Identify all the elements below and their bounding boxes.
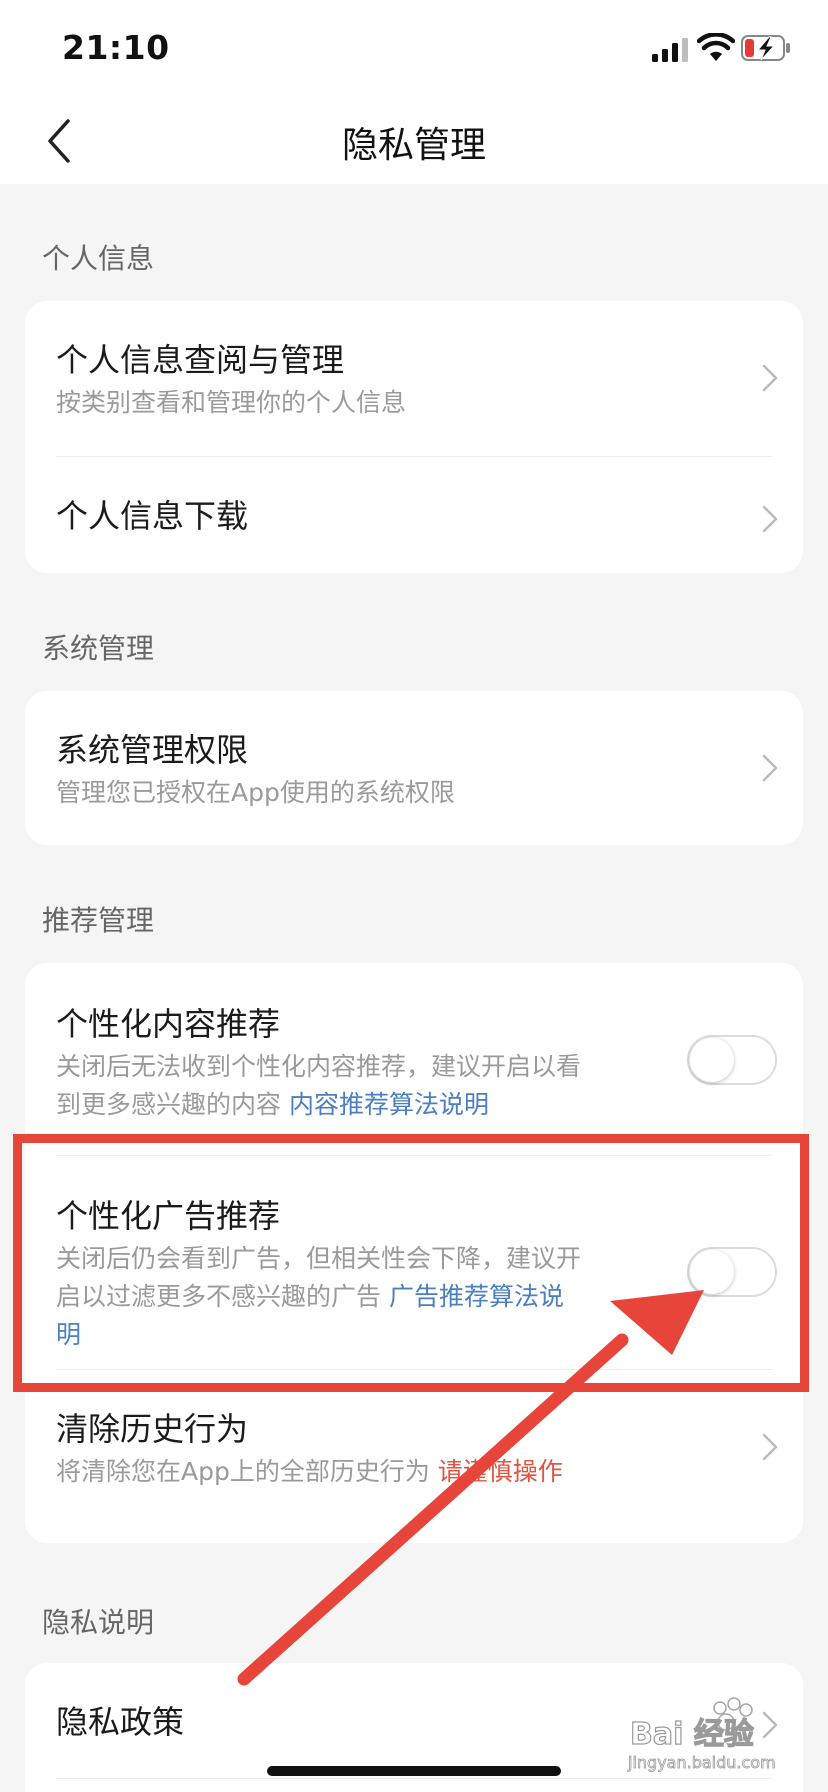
row-subtitle: 管理您已授权在App使用的系统权限 xyxy=(56,778,455,807)
row-subtitle: 关闭后仍会看到广告，但相关性会下降，建议开 启以过滤更多不感兴趣的广告 广告推荐… xyxy=(56,1240,646,1354)
row-subtitle: 关闭后无法收到个性化内容推荐，建议开启以看 到更多感兴趣的内容 内容推荐算法说明 xyxy=(56,1048,646,1124)
wifi-icon xyxy=(697,33,735,61)
system-management-card: 系统管理权限 管理您已授权在App使用的系统权限 xyxy=(25,691,803,845)
baidu-jingyan-watermark-icon: Bai 经验 jingyan.baidu.com xyxy=(627,1697,776,1772)
status-time: 21:10 xyxy=(62,28,170,67)
subtitle-line: 关闭后仍会看到广告，但相关性会下降，建议开 xyxy=(56,1244,582,1273)
ads-algorithm-link-continued[interactable]: 明 xyxy=(56,1316,646,1354)
subtitle-line: 启以过滤更多不感兴趣的广告 广告推荐算法说 xyxy=(56,1278,646,1316)
recommendation-card: 个性化内容推荐 关闭后无法收到个性化内容推荐，建议开启以看 到更多感兴趣的内容 … xyxy=(25,963,803,1543)
subtitle-line: 到更多感兴趣的内容 内容推荐算法说明 xyxy=(56,1086,646,1124)
chevron-right-icon xyxy=(762,754,778,782)
subtitle-line: 关闭后无法收到个性化内容推荐，建议开启以看 xyxy=(56,1052,582,1081)
toggle-knob xyxy=(690,1038,734,1082)
row-personal-info-download[interactable]: 个人信息下载 xyxy=(25,457,803,573)
personalized-content-toggle[interactable] xyxy=(687,1035,777,1085)
subtitle-text: 启以过滤更多不感兴趣的广告 xyxy=(56,1282,382,1311)
page-title: 隐私管理 xyxy=(341,125,486,166)
section-label-personal-info: 个人信息 xyxy=(42,242,155,275)
section-label-recommendation-management: 推荐管理 xyxy=(42,904,155,937)
row-title: 系统管理权限 xyxy=(56,731,249,769)
watermark-url: jingyan.baidu.com xyxy=(627,1753,776,1772)
status-bar: 21:10 xyxy=(0,0,828,100)
row-title: 个人信息查阅与管理 xyxy=(56,341,345,379)
navigation-bar: 隐私管理 xyxy=(0,100,828,184)
row-personalized-ads: 个性化广告推荐 关闭后仍会看到广告，但相关性会下降，建议开 启以过滤更多不感兴趣… xyxy=(25,1156,803,1369)
toggle-knob xyxy=(690,1250,734,1294)
home-indicator[interactable] xyxy=(267,1766,561,1776)
row-subtitle: 按类别查看和管理你的个人信息 xyxy=(56,388,407,417)
row-subtitle: 将清除您在App上的全部历史行为 请谨慎操作 xyxy=(56,1453,646,1491)
section-label-system-management: 系统管理 xyxy=(42,632,155,665)
row-title: 个人信息下载 xyxy=(56,497,249,535)
chevron-right-icon xyxy=(762,1433,778,1461)
row-personal-info-view-manage[interactable]: 个人信息查阅与管理 按类别查看和管理你的个人信息 xyxy=(25,301,803,456)
personalized-ads-toggle[interactable] xyxy=(687,1247,777,1297)
row-clear-history[interactable]: 清除历史行为 将清除您在App上的全部历史行为 请谨慎操作 xyxy=(25,1370,803,1543)
row-title: 清除历史行为 xyxy=(56,1410,249,1448)
section-label-privacy-notes: 隐私说明 xyxy=(42,1606,155,1639)
divider xyxy=(56,1778,772,1779)
battery-charging-icon xyxy=(741,35,790,61)
row-personalized-content: 个性化内容推荐 关闭后无法收到个性化内容推荐，建议开启以看 到更多感兴趣的内容 … xyxy=(25,963,803,1155)
personal-info-card: 个人信息查阅与管理 按类别查看和管理你的个人信息 个人信息下载 xyxy=(25,301,803,573)
chevron-right-icon xyxy=(762,364,778,392)
subtitle-text: 将清除您在App上的全部历史行为 xyxy=(56,1457,430,1486)
screen: 21:10 隐私管理 个人信息 个人信息查阅与管理 按类别查看和管理你的个人信息… xyxy=(0,0,828,1792)
ads-algorithm-link[interactable]: 广告推荐算法说 xyxy=(389,1282,564,1311)
chevron-right-icon xyxy=(762,505,778,533)
warning-text: 请谨慎操作 xyxy=(437,1457,563,1486)
content-algorithm-link[interactable]: 内容推荐算法说明 xyxy=(289,1090,489,1119)
row-title: 隐私政策 xyxy=(56,1703,185,1741)
row-system-permissions[interactable]: 系统管理权限 管理您已授权在App使用的系统权限 xyxy=(25,691,803,845)
subtitle-text: 到更多感兴趣的内容 xyxy=(56,1090,282,1119)
watermark-text: Bai 经验 xyxy=(630,1717,754,1752)
cellular-signal-icon xyxy=(652,38,688,62)
row-title: 个性化内容推荐 xyxy=(56,1005,281,1043)
row-title: 个性化广告推荐 xyxy=(56,1197,281,1235)
